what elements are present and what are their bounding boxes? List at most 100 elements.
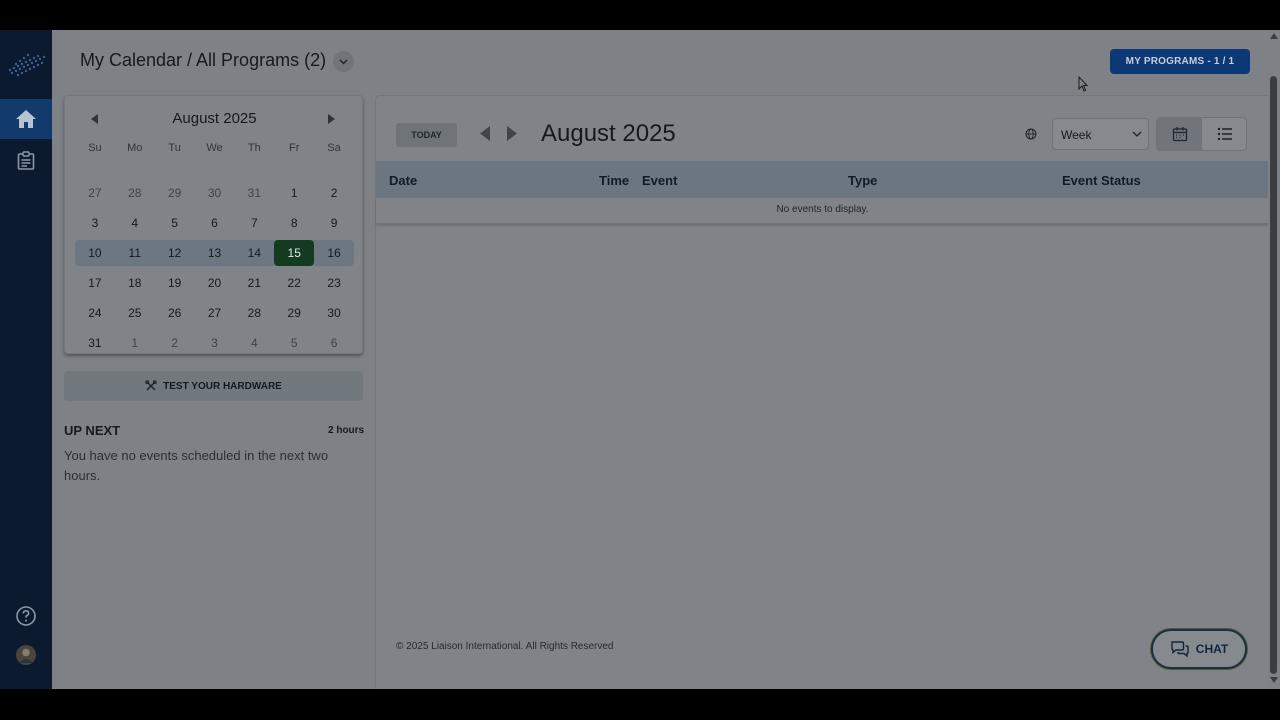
mini-calendar-day[interactable]: 12 — [155, 240, 195, 266]
chat-button[interactable]: CHAT — [1151, 629, 1247, 669]
mini-calendar-week: 3456789 — [75, 210, 354, 236]
mini-calendar-day[interactable]: 28 — [234, 300, 274, 326]
mini-calendar-day[interactable]: 28 — [115, 180, 155, 206]
next-month-icon[interactable] — [327, 114, 335, 124]
weekday-label: Fr — [289, 142, 300, 154]
list-view-button[interactable] — [1203, 118, 1247, 150]
mini-calendar-day[interactable]: 26 — [155, 300, 195, 326]
previous-period-icon[interactable] — [480, 126, 490, 141]
chevron-down-icon — [339, 59, 348, 64]
view-select-value: Week — [1061, 128, 1092, 142]
mini-calendar-day[interactable]: 27 — [75, 180, 115, 206]
mini-calendar-day[interactable]: 14 — [234, 240, 274, 266]
column-event[interactable]: Event — [642, 173, 677, 188]
mini-calendar-day[interactable]: 6 — [195, 210, 235, 236]
mini-calendar-day[interactable]: 2 — [314, 180, 354, 206]
mini-calendar-day[interactable]: 5 — [274, 330, 314, 356]
footer-copyright: © 2025 Liaison International. All Rights… — [396, 641, 614, 652]
nav-profile[interactable] — [0, 635, 52, 675]
chat-label: CHAT — [1195, 642, 1229, 656]
weekday-label: Su — [88, 142, 102, 154]
globe-icon[interactable] — [1025, 128, 1037, 140]
weekday-label: We — [206, 142, 223, 154]
calendar-main-panel: TODAY August 2025 Week Date Time Event T… — [375, 95, 1269, 689]
mini-calendar-day[interactable]: 6 — [314, 330, 354, 356]
column-time[interactable]: Time — [599, 173, 629, 188]
page-title: My Calendar / All Programs (2) — [80, 50, 327, 70]
mini-calendar-day[interactable]: 25 — [115, 300, 155, 326]
mini-calendar-week: 10 11 12 13 14 15 16 — [75, 240, 354, 266]
mini-calendar-day[interactable]: 15 — [274, 240, 315, 266]
mini-calendar-day[interactable]: 31 — [75, 330, 115, 356]
mini-calendar-day[interactable]: 11 — [115, 240, 155, 266]
help-icon — [16, 606, 36, 626]
mini-calendar-day[interactable]: 19 — [155, 270, 195, 296]
calendar-icon — [1172, 127, 1187, 142]
empty-table-message: No events to display. — [376, 198, 1269, 224]
view-select[interactable]: Week — [1052, 118, 1149, 150]
mini-calendar-day[interactable]: 29 — [155, 180, 195, 206]
weekday-label: Sa — [327, 142, 341, 154]
mini-calendar-day[interactable]: 7 — [234, 210, 274, 236]
today-button[interactable]: TODAY — [396, 123, 457, 147]
mini-calendar-day[interactable]: 13 — [195, 240, 235, 266]
mini-calendar-day[interactable]: 16 — [314, 240, 354, 266]
mini-calendar-day[interactable]: 4 — [115, 210, 155, 236]
weekday-label: Th — [247, 142, 261, 154]
avatar — [16, 645, 36, 665]
nav-home[interactable] — [0, 99, 52, 139]
home-icon — [16, 110, 36, 128]
column-date[interactable]: Date — [389, 173, 417, 188]
my-programs-button[interactable]: MY PROGRAMS - 1 / 1 — [1110, 49, 1250, 74]
mini-calendar: August 2025 Su Mo Tu We Th Fr Sa 27 28 29 3… — [64, 95, 363, 354]
screen-bottom-bar — [0, 689, 1280, 720]
mini-calendar-day[interactable]: 30 — [314, 300, 354, 326]
mini-calendar-day[interactable]: 30 — [195, 180, 235, 206]
test-hardware-button[interactable]: TEST YOUR HARDWARE — [64, 371, 363, 401]
mini-calendar-day[interactable]: 3 — [195, 330, 235, 356]
column-event-status[interactable]: Event Status — [1062, 173, 1141, 188]
nav-programs[interactable] — [0, 141, 52, 181]
scroll-up-icon[interactable] — [1270, 33, 1278, 39]
up-next-window: 2 hours — [328, 425, 365, 436]
chat-icon — [1171, 641, 1189, 658]
mini-calendar-day[interactable]: 17 — [75, 270, 115, 296]
logo-icon — [8, 53, 46, 77]
mini-calendar-week: 31 1 2 3 4 5 6 — [75, 330, 354, 356]
weekday-header: Su Mo Tu We Th Fr Sa — [75, 142, 354, 154]
mini-calendar-day[interactable]: 5 — [155, 210, 195, 236]
program-dropdown-toggle[interactable] — [333, 51, 354, 72]
mini-calendar-day[interactable]: 29 — [274, 300, 314, 326]
mini-calendar-day[interactable]: 21 — [234, 270, 274, 296]
weekday-label: Mo — [127, 142, 143, 154]
up-next-message: You have no events scheduled in the next… — [64, 448, 329, 483]
mini-calendar-day[interactable]: 18 — [115, 270, 155, 296]
mini-calendar-day[interactable]: 1 — [274, 180, 314, 206]
mini-calendar-day[interactable]: 20 — [195, 270, 235, 296]
mouse-cursor-icon — [1078, 76, 1088, 92]
scrollbar-thumb[interactable] — [1270, 76, 1277, 674]
up-next-title: UP NEXT — [64, 423, 121, 438]
mini-calendar-day[interactable]: 23 — [314, 270, 354, 296]
column-type[interactable]: Type — [848, 173, 877, 188]
mini-calendar-day[interactable]: 2 — [155, 330, 195, 356]
mini-calendar-day[interactable]: 3 — [75, 210, 115, 236]
mini-calendar-day[interactable]: 27 — [195, 300, 235, 326]
calendar-view-button[interactable] — [1157, 118, 1202, 150]
mini-calendar-day[interactable]: 4 — [234, 330, 274, 356]
mini-calendar-day[interactable]: 24 — [75, 300, 115, 326]
mini-calendar-day[interactable]: 31 — [234, 180, 274, 206]
left-rail — [0, 30, 52, 689]
nav-help[interactable] — [0, 596, 52, 636]
mini-calendar-day[interactable]: 10 — [75, 240, 115, 266]
mini-calendar-day[interactable]: 8 — [274, 210, 314, 236]
app-screen: My Calendar / All Programs (2) MY PROGRA… — [0, 30, 1280, 689]
view-mode-toggle — [1156, 117, 1247, 151]
mini-calendar-day[interactable]: 1 — [115, 330, 155, 356]
next-period-icon[interactable] — [507, 126, 517, 141]
weekday-label: Tu — [168, 142, 181, 154]
mini-calendar-day[interactable]: 22 — [274, 270, 314, 296]
mini-calendar-day[interactable]: 9 — [314, 210, 354, 236]
scroll-down-icon[interactable] — [1270, 677, 1278, 683]
mini-calendar-week: 17 18 19 20 21 22 23 — [75, 270, 354, 296]
